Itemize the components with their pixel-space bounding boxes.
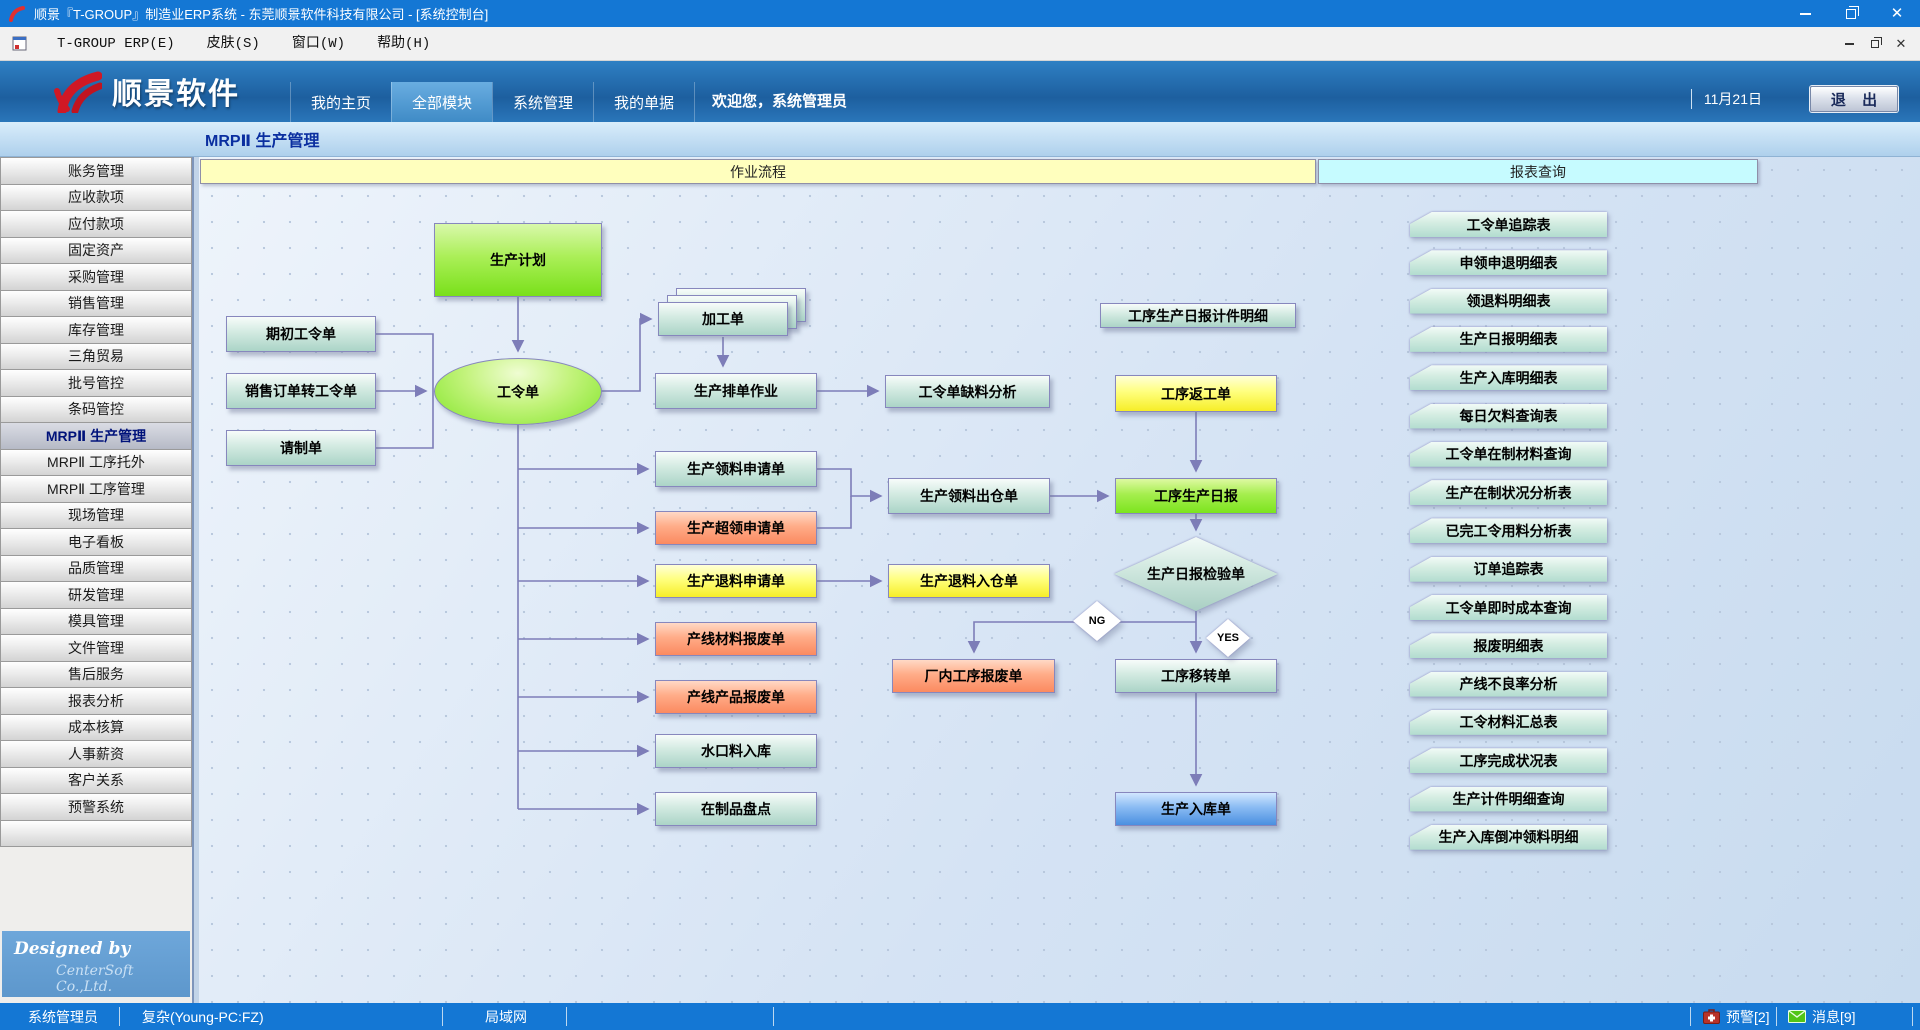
flow-node-label: 工序返工单 (1115, 375, 1277, 412)
flow-node-label: 产线材料报废单 (655, 622, 817, 656)
flow-node[interactable]: 生产入库单 (1115, 792, 1277, 826)
report-button-label: 生产日报明细表 (1410, 327, 1607, 352)
report-button[interactable]: 工令单在制材料查询 (1410, 442, 1607, 467)
flow-node[interactable]: 生产排单作业 (655, 373, 817, 409)
flow-node[interactable]: 生产领料出仓单 (888, 478, 1050, 514)
report-button-label: 工令单即时成本查询 (1410, 595, 1607, 620)
flow-node-label: 工序生产日报 (1115, 478, 1277, 514)
flow-node-label: 水口料入库 (655, 734, 817, 768)
flow-node[interactable]: 在制品盘点 (655, 792, 817, 826)
flow-node-label: 生产计划 (434, 223, 602, 297)
status-machine: 复杂(Young-PC:FZ) (142, 1007, 264, 1027)
report-button[interactable]: 申领申退明细表 (1410, 250, 1607, 275)
flow-node-label: 在制品盘点 (655, 792, 817, 826)
flow-node[interactable]: 工序生产日报 (1115, 478, 1277, 514)
report-button[interactable]: 已完工令用料分析表 (1410, 518, 1607, 543)
flow-node-label: 加工单 (658, 302, 788, 336)
flow-node-label: 生产入库单 (1115, 792, 1277, 826)
alerts-label: 预警[2] (1726, 1007, 1770, 1027)
report-button-label: 工序完成状况表 (1410, 748, 1607, 773)
flow-node-label: 生产超领申请单 (655, 511, 817, 545)
flow-node[interactable]: 水口料入库 (655, 734, 817, 768)
report-button-label: 工令材料汇总表 (1410, 710, 1607, 735)
flow-node[interactable]: 工序返工单 (1115, 375, 1277, 412)
report-button-label: 领退料明细表 (1410, 289, 1607, 314)
report-button[interactable]: 产线不良率分析 (1410, 672, 1607, 697)
flow-node-label: 销售订单转工令单 (226, 373, 376, 409)
report-button-label: 工令单在制材料查询 (1410, 442, 1607, 467)
flow-node[interactable]: 生产日报检验单 (1114, 537, 1278, 611)
report-button[interactable]: 报废明细表 (1410, 633, 1607, 658)
report-button[interactable]: 生产入库明细表 (1410, 365, 1607, 390)
flow-node-label: 生产退料申请单 (655, 564, 817, 598)
flow-node[interactable]: 产线材料报废单 (655, 622, 817, 656)
alerts-status[interactable]: 预警[2] (1703, 1003, 1770, 1030)
flow-node-label: 厂内工序报废单 (892, 659, 1055, 693)
flow-node[interactable]: 生产计划 (434, 223, 602, 297)
report-button[interactable]: 生产在制状况分析表 (1410, 480, 1607, 505)
flow-node-label: 生产日报检验单 (1114, 537, 1278, 611)
flow-node[interactable]: YES (1206, 619, 1250, 657)
flow-node-label: 工序移转单 (1115, 659, 1277, 693)
report-button[interactable]: 工令单即时成本查询 (1410, 595, 1607, 620)
report-button[interactable]: 生产计件明细查询 (1410, 787, 1607, 812)
flow-node[interactable]: 生产领料申请单 (655, 451, 817, 487)
flow-node[interactable]: 期初工令单 (226, 316, 376, 352)
flow-node[interactable]: 销售订单转工令单 (226, 373, 376, 409)
flow-node-label: 请制单 (226, 430, 376, 466)
status-user: 系统管理员 (28, 1007, 98, 1027)
report-button-label: 订单追踪表 (1410, 557, 1607, 582)
status-bar: 系统管理员 复杂(Young-PC:FZ) 局域网 预警[2] 消息[9] (0, 1003, 1920, 1030)
flow-node-label: 工序生产日报计件明细 (1100, 303, 1296, 328)
flow-node-label: YES (1206, 619, 1250, 657)
flow-node[interactable]: 生产退料入仓单 (888, 564, 1050, 598)
flow-layer: 生产计划期初工令单销售订单转工令单请制单工令单加工单生产排单作业工令单缺料分析工… (0, 0, 1920, 1030)
report-button-label: 申领申退明细表 (1410, 250, 1607, 275)
flow-node-label: 生产排单作业 (655, 373, 817, 409)
flow-node[interactable]: NG (1073, 601, 1121, 641)
flow-node[interactable]: 工序生产日报计件明细 (1100, 303, 1296, 328)
report-button-label: 每日欠料查询表 (1410, 404, 1607, 429)
flow-node-label: 产线产品报废单 (655, 680, 817, 714)
report-button-label: 报废明细表 (1410, 633, 1607, 658)
report-button[interactable]: 工序完成状况表 (1410, 748, 1607, 773)
report-button[interactable]: 生产入库倒冲领料明细 (1410, 825, 1607, 850)
flow-node[interactable]: 工令单 (434, 358, 602, 425)
report-button[interactable]: 订单追踪表 (1410, 557, 1607, 582)
flow-node[interactable]: 工序移转单 (1115, 659, 1277, 693)
flow-node[interactable]: 厂内工序报废单 (892, 659, 1055, 693)
flow-node-label: NG (1073, 601, 1121, 641)
flow-node[interactable]: 加工单 (658, 302, 788, 336)
report-button-label: 已完工令用料分析表 (1410, 518, 1607, 543)
flow-node[interactable]: 工令单缺料分析 (885, 375, 1050, 408)
report-button-label: 工令单追踪表 (1410, 212, 1607, 237)
report-button[interactable]: 工令材料汇总表 (1410, 710, 1607, 735)
flow-node[interactable]: 生产超领申请单 (655, 511, 817, 545)
flow-node[interactable]: 产线产品报废单 (655, 680, 817, 714)
flow-node-label: 生产领料出仓单 (888, 478, 1050, 514)
report-button[interactable]: 每日欠料查询表 (1410, 404, 1607, 429)
report-button[interactable]: 领退料明细表 (1410, 289, 1607, 314)
report-button[interactable]: 工令单追踪表 (1410, 212, 1607, 237)
report-button-label: 生产入库明细表 (1410, 365, 1607, 390)
report-button-label: 产线不良率分析 (1410, 672, 1607, 697)
green-envelope-icon (1788, 1010, 1806, 1023)
flow-node[interactable]: 生产退料申请单 (655, 564, 817, 598)
flow-node-label: 生产退料入仓单 (888, 564, 1050, 598)
flow-node-label: 生产领料申请单 (655, 451, 817, 487)
flow-node-label: 期初工令单 (226, 316, 376, 352)
first-aid-kit-icon (1703, 1009, 1720, 1024)
report-button-label: 生产在制状况分析表 (1410, 480, 1607, 505)
report-button-label: 生产计件明细查询 (1410, 787, 1607, 812)
report-button-label: 生产入库倒冲领料明细 (1410, 825, 1607, 850)
messages-label: 消息[9] (1812, 1007, 1856, 1027)
flow-node-label: 工令单 (434, 358, 602, 425)
messages-status[interactable]: 消息[9] (1788, 1003, 1856, 1030)
flow-node[interactable]: 请制单 (226, 430, 376, 466)
status-network: 局域网 (485, 1007, 527, 1027)
flow-node-label: 工令单缺料分析 (885, 375, 1050, 408)
report-button[interactable]: 生产日报明细表 (1410, 327, 1607, 352)
